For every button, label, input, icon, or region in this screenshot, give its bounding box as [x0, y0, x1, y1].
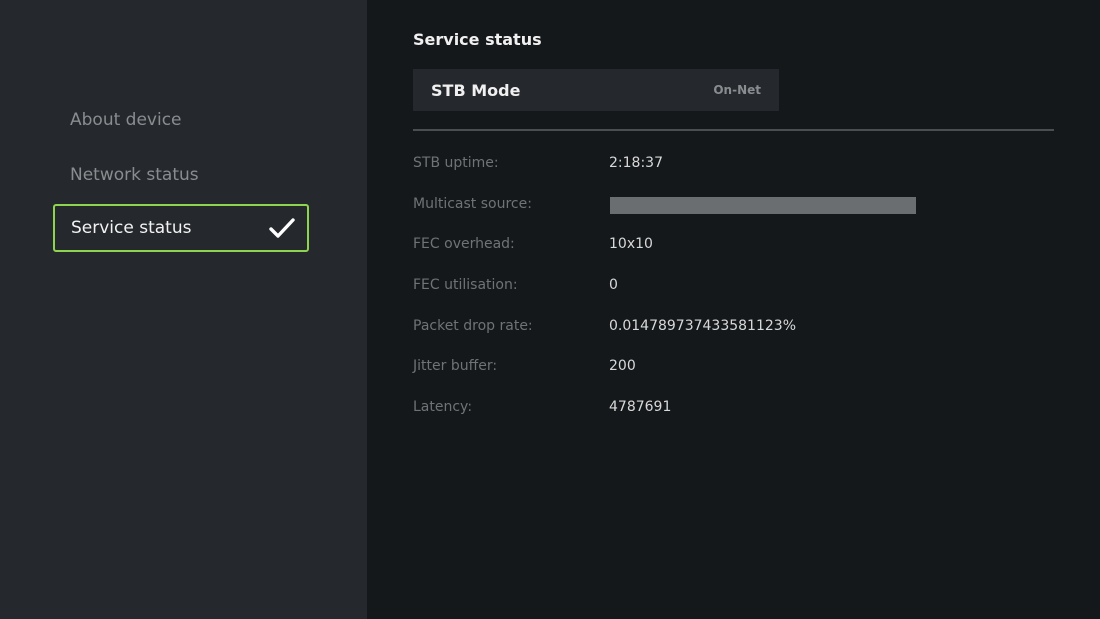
info-key: Jitter buffer: [413, 358, 498, 374]
sidebar-item-label: Service status [71, 218, 192, 238]
info-key: FEC utilisation: [413, 277, 518, 293]
info-row-packet-drop-rate: Packet drop rate: 0.014789737433581123% [413, 318, 1053, 338]
sidebar-item-about-device[interactable]: About device [53, 96, 309, 144]
stb-mode-value: On-Net [713, 83, 761, 97]
info-value: 2:18:37 [609, 155, 663, 171]
info-key: Packet drop rate: [413, 318, 533, 334]
info-value: 10x10 [609, 236, 653, 252]
checkmark-icon [269, 218, 295, 238]
sidebar-item-label: Network status [70, 165, 199, 185]
info-value: 0 [609, 277, 618, 293]
info-row-latency: Latency: 4787691 [413, 399, 1053, 419]
redacted-value [610, 197, 916, 214]
info-row-stb-uptime: STB uptime: 2:18:37 [413, 155, 1053, 175]
info-value: 0.014789737433581123% [609, 318, 796, 334]
info-value: 200 [609, 358, 636, 374]
info-value: 4787691 [609, 399, 672, 415]
info-key: Multicast source: [413, 196, 532, 212]
info-row-fec-utilisation: FEC utilisation: 0 [413, 277, 1053, 297]
app-root: About device Network status Service stat… [0, 0, 1100, 619]
stb-mode-label: STB Mode [431, 80, 521, 100]
info-key: FEC overhead: [413, 236, 515, 252]
sidebar: About device Network status Service stat… [0, 0, 367, 619]
stb-mode-panel: STB Mode On-Net [413, 69, 779, 111]
info-row-jitter-buffer: Jitter buffer: 200 [413, 358, 1053, 378]
divider [413, 129, 1054, 131]
sidebar-item-label: About device [70, 110, 182, 130]
info-row-multicast-source: Multicast source: [413, 196, 1053, 216]
sidebar-item-service-status[interactable]: Service status [53, 204, 309, 252]
sidebar-item-network-status[interactable]: Network status [53, 151, 309, 199]
main-panel: Service status STB Mode On-Net STB uptim… [367, 0, 1100, 619]
info-row-fec-overhead: FEC overhead: 10x10 [413, 236, 1053, 256]
page-title: Service status [413, 30, 542, 49]
info-key: Latency: [413, 399, 473, 415]
info-key: STB uptime: [413, 155, 499, 171]
